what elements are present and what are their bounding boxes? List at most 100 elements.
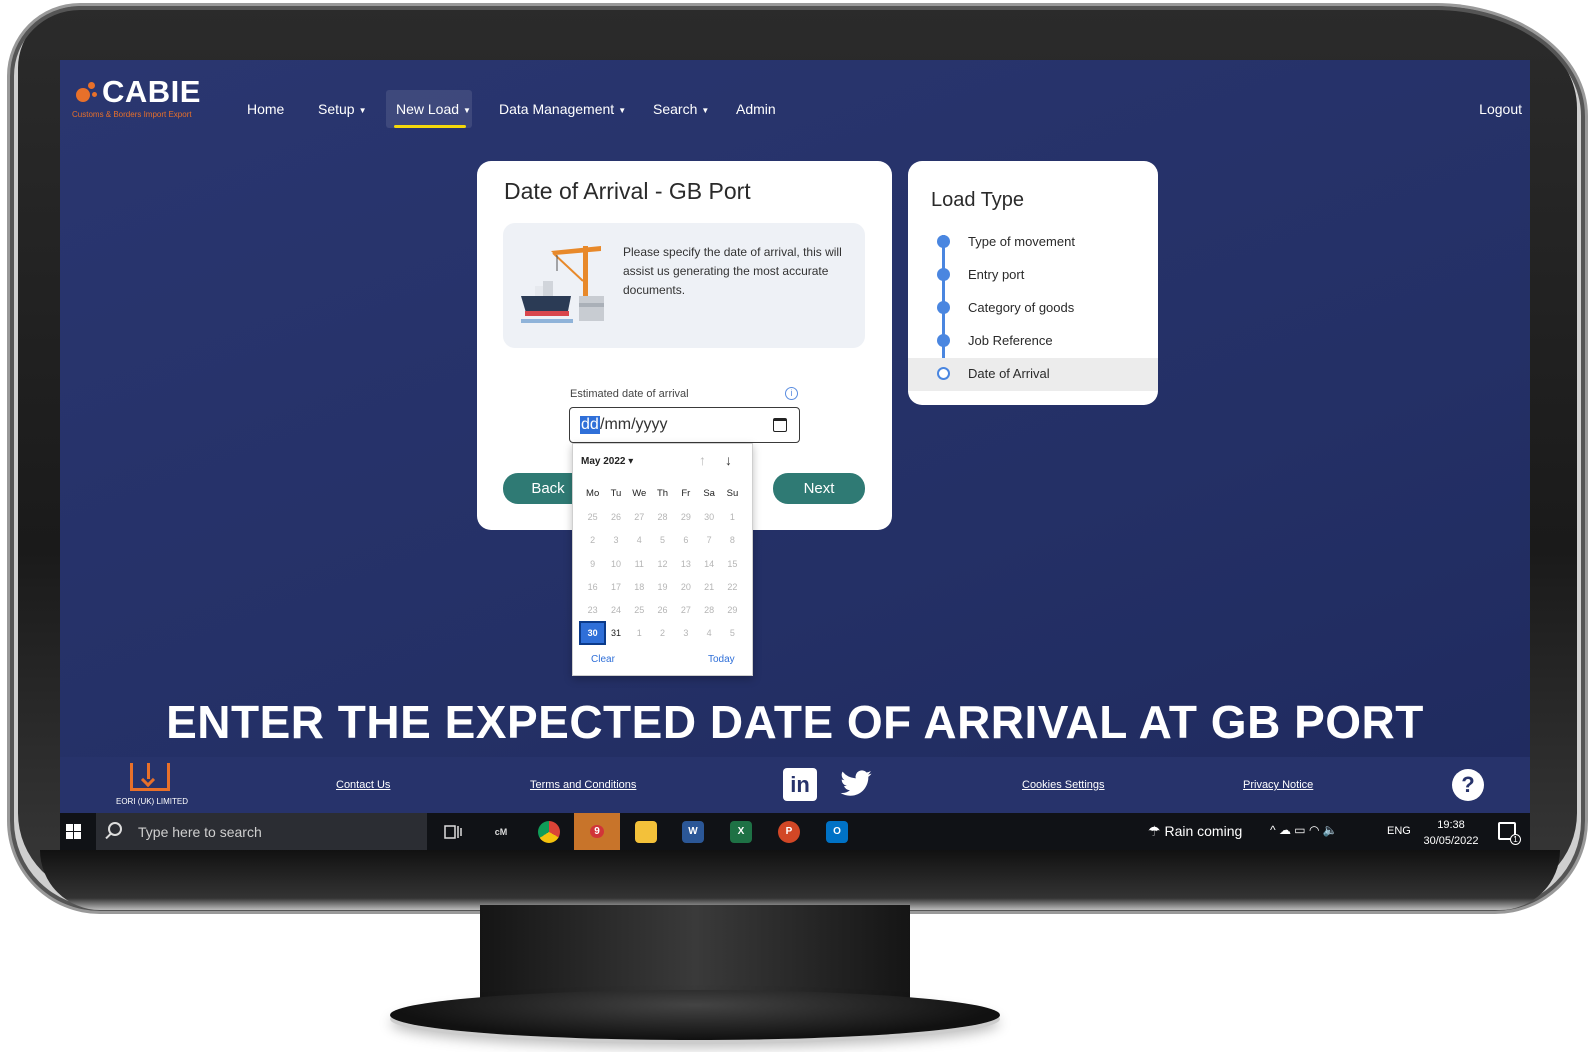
day-cell[interactable]: 14: [697, 559, 720, 569]
step-item[interactable]: Category of goods: [908, 292, 1158, 325]
promo-headline: ENTER THE EXPECTED DATE OF ARRIVAL AT GB…: [166, 696, 1424, 748]
calendar-week-row: 2345678: [581, 529, 749, 552]
cm-app-icon[interactable]: cM: [490, 821, 512, 843]
day-cell[interactable]: 4: [697, 628, 720, 638]
nav-search[interactable]: Search ▼: [653, 101, 709, 117]
day-cell[interactable]: 13: [674, 559, 697, 569]
day-cell[interactable]: 4: [628, 535, 651, 545]
file-explorer-icon[interactable]: [635, 821, 657, 843]
language-indicator[interactable]: ENG: [1387, 825, 1411, 837]
cookies-settings-link[interactable]: Cookies Settings: [1022, 779, 1105, 791]
weather-widget[interactable]: ☂ Rain coming: [1148, 823, 1242, 840]
chrome-icon[interactable]: [538, 821, 560, 843]
day-cell[interactable]: 9: [581, 559, 604, 569]
day-cell[interactable]: 26: [651, 605, 674, 615]
step-complete-dot-icon: [937, 301, 950, 314]
date-segment-month-year[interactable]: /mm/yyyy: [600, 416, 668, 434]
step-item[interactable]: Job Reference: [908, 325, 1158, 358]
day-cell[interactable]: 18: [628, 582, 651, 592]
step-label: Type of movement: [968, 234, 1075, 249]
day-cell[interactable]: 3: [674, 628, 697, 638]
terms-link[interactable]: Terms and Conditions: [530, 779, 636, 791]
task-view-icon[interactable]: [438, 817, 468, 847]
taskbar-search-box[interactable]: Type here to search: [96, 813, 427, 850]
nav-logout[interactable]: Logout: [1479, 101, 1522, 117]
day-cell[interactable]: 25: [628, 605, 651, 615]
linkedin-icon[interactable]: in: [783, 768, 817, 801]
day-cell[interactable]: 6: [674, 535, 697, 545]
selected-day-cell[interactable]: 30: [578, 621, 607, 646]
calendar-icon[interactable]: [773, 418, 787, 432]
day-cell[interactable]: 29: [721, 605, 744, 615]
day-cell[interactable]: 1: [628, 628, 651, 638]
day-cell[interactable]: 1: [721, 512, 744, 522]
taskbar-clock[interactable]: 19:38 30/05/2022: [1420, 817, 1482, 849]
windows-start-icon[interactable]: [66, 824, 82, 840]
info-icon[interactable]: i: [785, 387, 798, 400]
teams-icon[interactable]: 9: [574, 813, 620, 850]
twitter-icon[interactable]: [838, 767, 874, 801]
powerpoint-icon[interactable]: P: [778, 821, 800, 843]
day-cell[interactable]: 7: [697, 535, 720, 545]
next-month-arrow-icon[interactable]: ↓: [725, 452, 732, 468]
day-cell[interactable]: 22: [721, 582, 744, 592]
day-cell[interactable]: 10: [604, 559, 627, 569]
nav-setup[interactable]: Setup ▼: [318, 101, 367, 117]
footer: EORI (UK) LIMITED Contact Us Terms and C…: [60, 757, 1530, 813]
weekday-label: Tu: [610, 488, 622, 500]
step-item[interactable]: Entry port: [908, 259, 1158, 292]
screen: CABIE Customs & Borders Import Export Ho…: [60, 60, 1530, 850]
arrival-date-label: Estimated date of arrival: [570, 388, 689, 400]
excel-icon[interactable]: X: [730, 821, 752, 843]
eori-logo-icon[interactable]: [130, 763, 170, 791]
day-cell[interactable]: 5: [721, 628, 744, 638]
day-cell[interactable]: 2: [581, 535, 604, 545]
day-cell[interactable]: 28: [697, 605, 720, 615]
day-cell[interactable]: 2: [651, 628, 674, 638]
nav-home[interactable]: Home: [247, 101, 284, 117]
privacy-notice-link[interactable]: Privacy Notice: [1243, 779, 1313, 791]
arrival-date-input[interactable]: dd /mm/yyyy: [569, 407, 800, 443]
clear-date-link[interactable]: Clear: [591, 654, 615, 665]
notification-center-icon[interactable]: 1: [1498, 822, 1521, 845]
step-complete-dot-icon: [937, 268, 950, 281]
day-cell[interactable]: 24: [604, 605, 627, 615]
contact-us-link[interactable]: Contact Us: [336, 779, 390, 791]
day-cell[interactable]: 27: [628, 512, 651, 522]
day-cell[interactable]: 21: [697, 582, 720, 592]
previous-month-arrow-icon[interactable]: ↑: [699, 452, 706, 468]
day-cell[interactable]: 28: [651, 512, 674, 522]
day-cell[interactable]: 26: [604, 512, 627, 522]
day-cell[interactable]: 16: [581, 582, 604, 592]
day-cell[interactable]: 8: [721, 535, 744, 545]
day-cell[interactable]: 3: [604, 535, 627, 545]
word-icon[interactable]: W: [682, 821, 704, 843]
day-cell[interactable]: 31: [604, 628, 627, 638]
day-cell[interactable]: 29: [674, 512, 697, 522]
today-link[interactable]: Today: [708, 654, 735, 665]
month-selector[interactable]: May 2022 ▾: [581, 456, 633, 467]
step-item[interactable]: Type of movement: [908, 226, 1158, 259]
next-button[interactable]: Next: [773, 473, 865, 504]
day-cell[interactable]: 25: [581, 512, 604, 522]
day-cell[interactable]: 17: [604, 582, 627, 592]
outlook-icon[interactable]: O: [826, 821, 848, 843]
help-icon[interactable]: ?: [1452, 769, 1484, 801]
day-cell[interactable]: 12: [651, 559, 674, 569]
eori-company-name: EORI (UK) LIMITED: [116, 797, 189, 806]
step-item[interactable]: Date of Arrival: [908, 358, 1158, 391]
nav-admin[interactable]: Admin: [736, 101, 776, 117]
day-cell[interactable]: 23: [581, 605, 604, 615]
day-cell[interactable]: 20: [674, 582, 697, 592]
day-cell[interactable]: 30: [697, 512, 720, 522]
system-tray-icons[interactable]: ^ ☁ ▭ ◠ 🔈: [1270, 823, 1338, 837]
date-segment-day[interactable]: dd: [580, 416, 600, 434]
day-cell[interactable]: 5: [651, 535, 674, 545]
nav-new-load[interactable]: New Load ▼: [386, 90, 472, 128]
day-cell[interactable]: 11: [628, 559, 651, 569]
nav-data-management[interactable]: Data Management ▼: [499, 101, 626, 117]
day-cell[interactable]: 19: [651, 582, 674, 592]
monitor-chin: [40, 850, 1560, 910]
day-cell[interactable]: 27: [674, 605, 697, 615]
day-cell[interactable]: 15: [721, 559, 744, 569]
